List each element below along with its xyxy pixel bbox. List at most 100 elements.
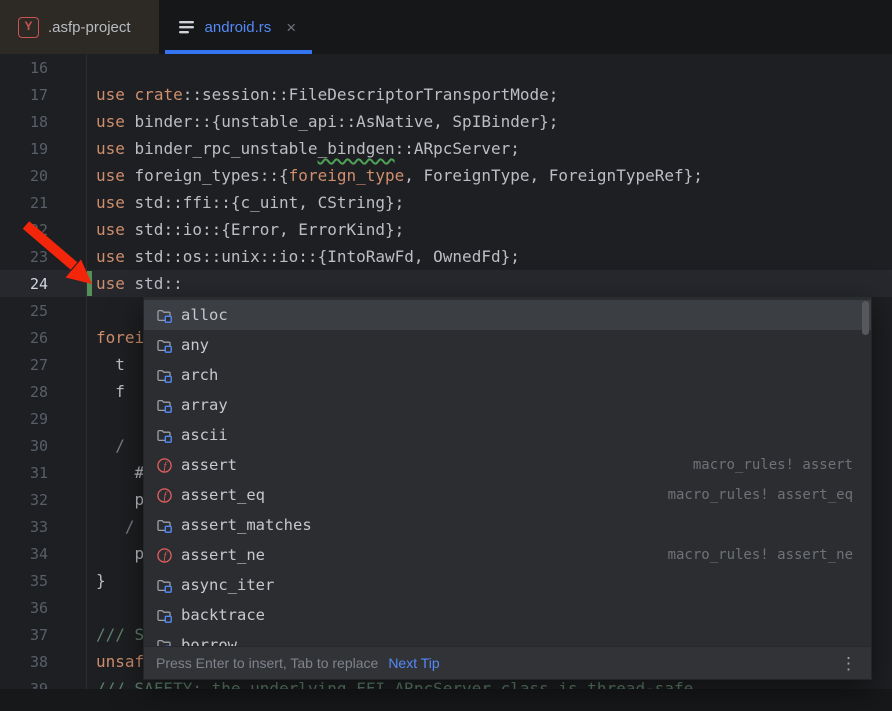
code-text: use std::io::{Error, ErrorKind}; — [48, 216, 404, 243]
macro-icon: f — [156, 457, 173, 474]
code-text: use foreign_types::{foreign_type, Foreig… — [48, 162, 703, 189]
line-number: 29 — [0, 410, 48, 428]
completion-hint: macro_rules! assert_ne — [668, 547, 853, 563]
line-number: 36 — [0, 599, 48, 617]
tab-label: android.rs — [205, 19, 272, 36]
tab-android-rs[interactable]: android.rs × — [159, 0, 313, 54]
line-number: 32 — [0, 491, 48, 509]
module-icon — [156, 637, 173, 647]
macro-icon: f — [156, 487, 173, 504]
completion-label: async_iter — [181, 576, 274, 594]
line-number: 33 — [0, 518, 48, 536]
completion-item[interactable]: array — [144, 390, 871, 420]
completion-label: any — [181, 336, 209, 354]
completion-label: assert_matches — [181, 516, 312, 534]
code-text: use binder::{unstable_api::AsNative, SpI… — [48, 108, 558, 135]
module-icon — [156, 367, 173, 384]
module-icon — [156, 607, 173, 624]
completion-label: alloc — [181, 306, 228, 324]
line-number: 20 — [0, 167, 48, 185]
line-number: 27 — [0, 356, 48, 374]
code-line[interactable]: 23use std::os::unix::io::{IntoRawFd, Own… — [0, 243, 892, 270]
completion-label: ascii — [181, 426, 228, 444]
popup-scrollbar-thumb[interactable] — [862, 301, 869, 335]
code-text: p — [48, 540, 144, 567]
code-text: forei — [48, 324, 144, 351]
line-number: 28 — [0, 383, 48, 401]
code-text: / — [48, 513, 135, 540]
line-number: 22 — [0, 221, 48, 239]
line-number: 30 — [0, 437, 48, 455]
completion-label: array — [181, 396, 228, 414]
completion-item[interactable]: backtrace — [144, 600, 871, 630]
code-line[interactable]: 20use foreign_types::{foreign_type, Fore… — [0, 162, 892, 189]
completion-item[interactable]: ascii — [144, 420, 871, 450]
next-tip-link[interactable]: Next Tip — [388, 655, 439, 671]
code-line[interactable]: 19use binder_rpc_unstable_bindgen::ARpcS… — [0, 135, 892, 162]
line-number: 24 — [0, 275, 48, 293]
code-text: use std:: — [48, 270, 183, 297]
code-line[interactable]: 17use crate::session::FileDescriptorTran… — [0, 81, 892, 108]
changed-lines-icon — [179, 21, 196, 34]
line-number: 21 — [0, 194, 48, 212]
line-number: 18 — [0, 113, 48, 131]
completion-hint: macro_rules! assert — [693, 457, 853, 473]
completion-label: assert_ne — [181, 546, 265, 564]
active-tab-underline — [165, 50, 313, 54]
gutter-separator — [86, 54, 87, 711]
code-line[interactable]: 22use std::io::{Error, ErrorKind}; — [0, 216, 892, 243]
code-line[interactable]: 21use std::ffi::{c_uint, CString}; — [0, 189, 892, 216]
code-text: unsaf — [48, 648, 144, 675]
completion-item[interactable]: borrow — [144, 630, 871, 646]
code-text: /// S — [48, 621, 144, 648]
completion-item[interactable]: arch — [144, 360, 871, 390]
line-number: 37 — [0, 626, 48, 644]
code-text: use binder_rpc_unstable_bindgen::ARpcSer… — [48, 135, 520, 162]
macro-icon: f — [156, 547, 173, 564]
completion-label: assert_eq — [181, 486, 265, 504]
completion-item[interactable]: async_iter — [144, 570, 871, 600]
completion-label: borrow — [181, 636, 237, 646]
tab-asfp-project[interactable]: Y .asfp-project — [0, 0, 159, 54]
completion-hint: macro_rules! assert_eq — [668, 487, 853, 503]
completion-item[interactable]: f assert_eq macro_rules! assert_eq — [144, 480, 871, 510]
line-number: 35 — [0, 572, 48, 590]
module-icon — [156, 577, 173, 594]
line-number: 26 — [0, 329, 48, 347]
module-icon — [156, 397, 173, 414]
completion-item[interactable]: fassert macro_rules! assert — [144, 450, 871, 480]
ide-window: { "tab_bar": { "project_tab": { "label":… — [0, 0, 892, 711]
completion-item[interactable]: assert_matches — [144, 510, 871, 540]
close-tab-icon[interactable]: × — [286, 19, 296, 36]
completion-label: arch — [181, 366, 218, 384]
code-text: use crate::session::FileDescriptorTransp… — [48, 81, 558, 108]
line-number: 19 — [0, 140, 48, 158]
completion-list: allocanyarcharrayasciifassertmacro_rules… — [144, 297, 871, 646]
completion-label: assert — [181, 456, 237, 474]
change-marker — [87, 271, 92, 296]
code-line[interactable]: 24use std:: — [0, 270, 892, 297]
code-text: use std::ffi::{c_uint, CString}; — [48, 189, 404, 216]
editor-tab-bar: Y .asfp-project android.rs × — [0, 0, 892, 54]
code-line[interactable]: 18use binder::{unstable_api::AsNative, S… — [0, 108, 892, 135]
code-text: # — [48, 459, 144, 486]
line-number: 17 — [0, 86, 48, 104]
project-file-type-icon: Y — [18, 17, 39, 38]
popup-footer: Press Enter to insert, Tab to replace Ne… — [144, 646, 871, 679]
code-line[interactable]: 16 — [0, 54, 892, 81]
footer-hint: Press Enter to insert, Tab to replace — [156, 655, 378, 671]
viewport-clip-strip — [0, 689, 892, 711]
more-options-icon[interactable]: ⋮ — [840, 655, 857, 672]
line-number: 16 — [0, 59, 48, 77]
tab-label: .asfp-project — [48, 19, 131, 36]
line-number: 25 — [0, 302, 48, 320]
module-icon — [156, 517, 173, 534]
line-number: 38 — [0, 653, 48, 671]
completion-item[interactable]: any — [144, 330, 871, 360]
code-text: p — [48, 486, 144, 513]
line-number: 23 — [0, 248, 48, 266]
module-icon — [156, 307, 173, 324]
completion-item[interactable]: alloc — [144, 300, 871, 330]
completion-label: backtrace — [181, 606, 265, 624]
completion-item[interactable]: f assert_ne macro_rules! assert_ne — [144, 540, 871, 570]
